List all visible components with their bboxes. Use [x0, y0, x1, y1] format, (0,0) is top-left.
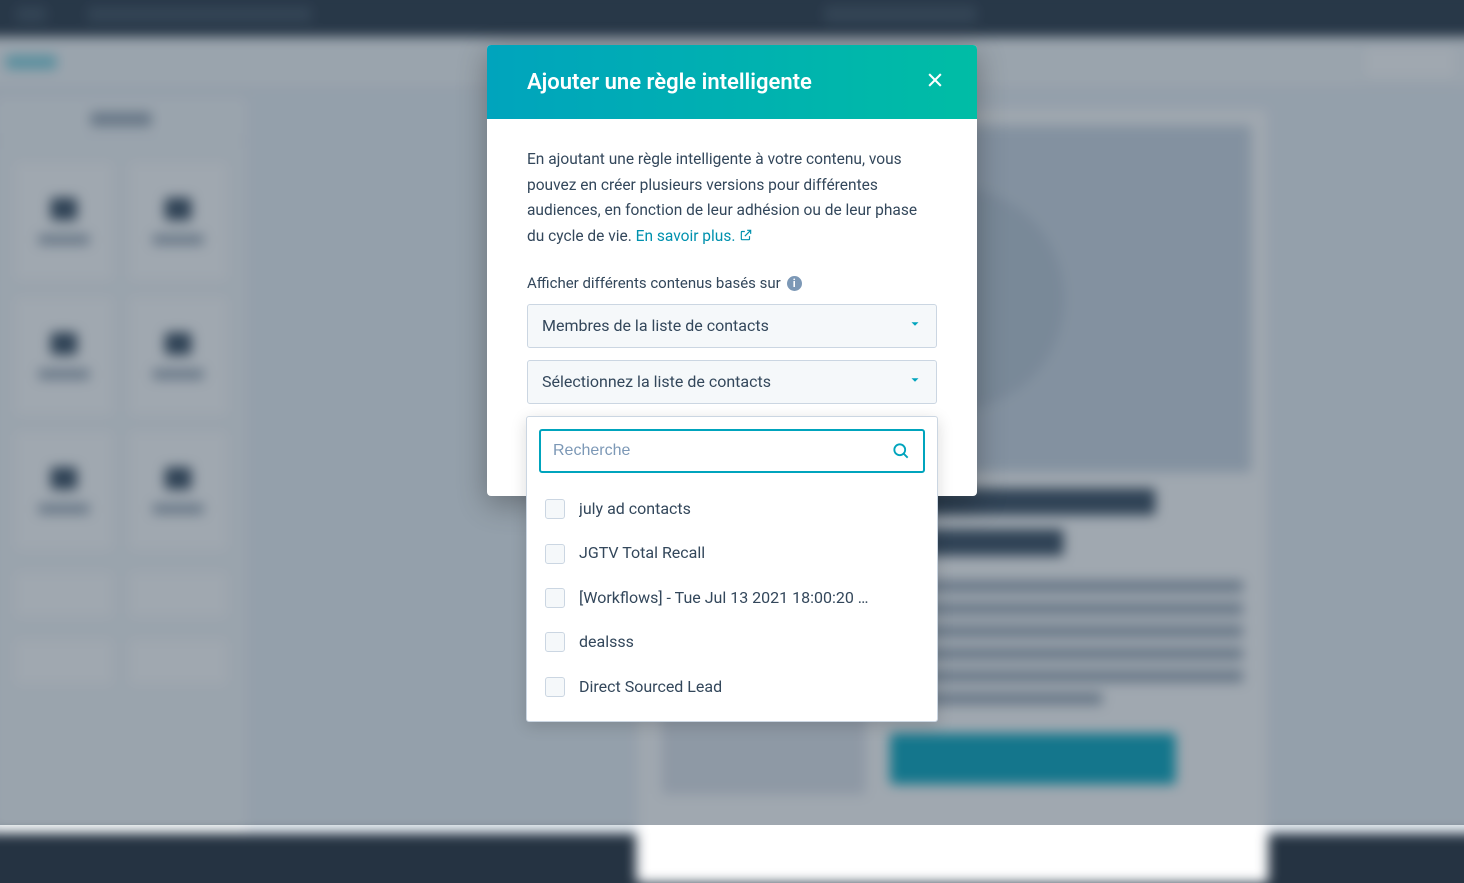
modal-body: En ajoutant une règle intelligente à vot…	[487, 119, 977, 496]
checkbox[interactable]	[545, 588, 565, 608]
option-label: dealsss	[579, 629, 634, 655]
basis-label-text: Afficher différents contenus basés sur	[527, 271, 781, 296]
checkbox[interactable]	[545, 544, 565, 564]
search-input[interactable]	[553, 442, 881, 460]
option-item[interactable]: JGTV Total Recall	[527, 531, 937, 575]
learn-more-label: En savoir plus.	[636, 227, 736, 245]
chevron-down-icon	[908, 369, 922, 395]
close-icon	[925, 70, 945, 94]
basis-select-value: Membres de la liste de contacts	[542, 313, 769, 339]
option-item[interactable]: dealsss	[527, 620, 937, 664]
option-item[interactable]: july ad contacts	[527, 487, 937, 531]
option-item[interactable]: Direct Sourced Lead	[527, 665, 937, 709]
chevron-down-icon	[908, 313, 922, 339]
option-item[interactable]: [Workflows] - Tue Jul 13 2021 18:00:20 …	[527, 576, 937, 620]
option-label: [Workflows] - Tue Jul 13 2021 18:00:20 …	[579, 585, 868, 611]
modal-intro: En ajoutant une règle intelligente à vot…	[527, 147, 937, 249]
external-link-icon	[739, 225, 753, 239]
list-select[interactable]: Sélectionnez la liste de contacts	[527, 360, 937, 404]
modal-title: Ajouter une règle intelligente	[527, 70, 812, 95]
dropdown-panel: july ad contacts JGTV Total Recall [Workfl…	[526, 416, 938, 722]
basis-select[interactable]: Membres de la liste de contacts	[527, 304, 937, 348]
checkbox[interactable]	[545, 677, 565, 697]
option-label: july ad contacts	[579, 496, 691, 522]
close-button[interactable]	[917, 64, 953, 100]
list-select-value: Sélectionnez la liste de contacts	[542, 369, 771, 395]
checkbox[interactable]	[545, 499, 565, 519]
option-label: Facebook Contacts 01/01/2000 to 06/3…	[579, 718, 872, 721]
options-list[interactable]: july ad contacts JGTV Total Recall [Workfl…	[527, 483, 937, 721]
modal-header: Ajouter une règle intelligente	[487, 45, 977, 119]
checkbox[interactable]	[545, 632, 565, 652]
basis-label: Afficher différents contenus basés sur i	[527, 271, 937, 296]
option-label: JGTV Total Recall	[579, 540, 705, 566]
smart-rule-modal: Ajouter une règle intelligente En ajouta…	[487, 45, 977, 496]
search-icon	[891, 441, 911, 461]
learn-more-link[interactable]: En savoir plus.	[636, 227, 754, 245]
search-box[interactable]	[539, 429, 925, 473]
modal-overlay: Ajouter une règle intelligente En ajouta…	[0, 0, 1464, 825]
info-icon[interactable]: i	[787, 276, 802, 291]
option-label: Direct Sourced Lead	[579, 674, 722, 700]
option-item[interactable]: Facebook Contacts 01/01/2000 to 06/3…	[527, 709, 937, 721]
